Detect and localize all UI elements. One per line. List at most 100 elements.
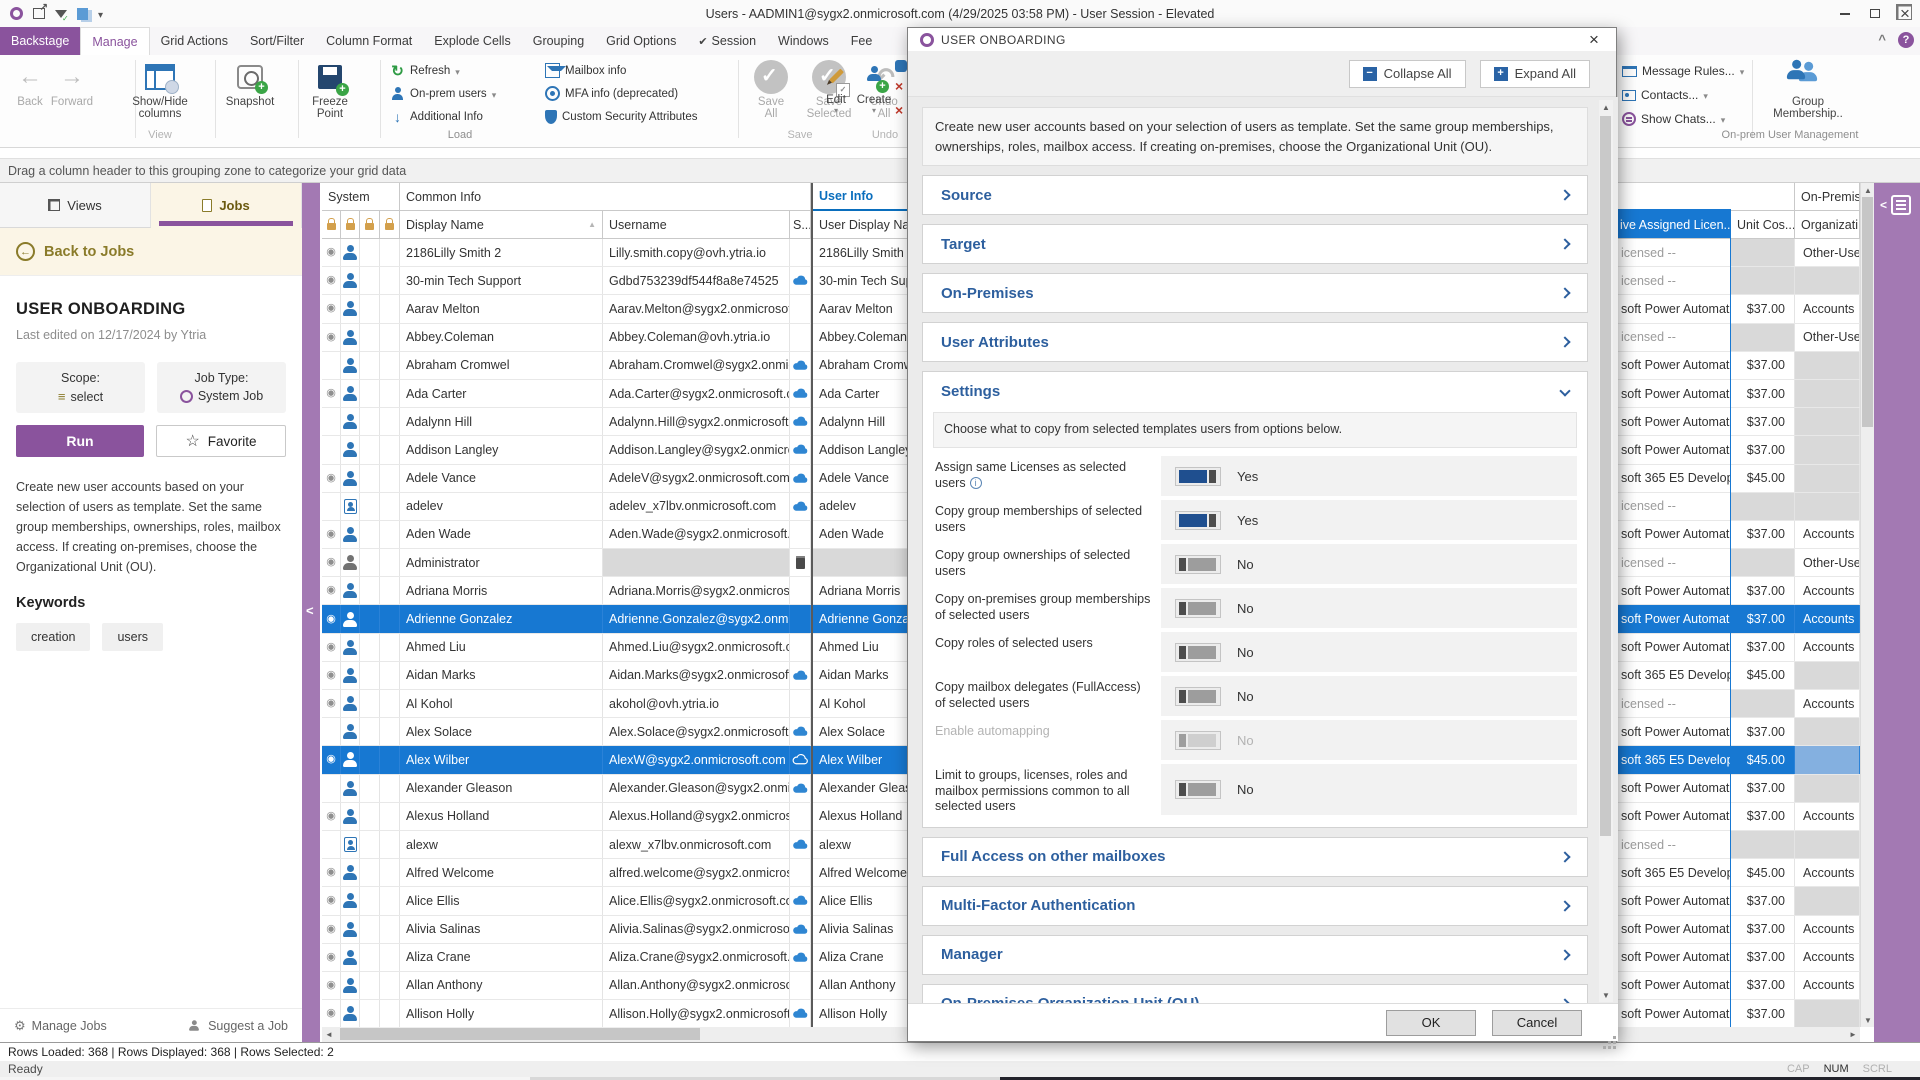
unit-cost-cell[interactable]: $37.00: [1731, 887, 1795, 914]
username-cell[interactable]: alfred.welcome@sygx2.onmicrosoft.com: [603, 859, 790, 886]
display-name-cell[interactable]: Aidan Marks: [400, 662, 603, 689]
unit-cost-cell[interactable]: $37.00: [1731, 521, 1795, 548]
username-cell[interactable]: Allan.Anthony@sygx2.onmicrosoft.com: [603, 972, 790, 999]
dialog-section[interactable]: Multi-Factor Authentication: [922, 886, 1588, 926]
username-cell[interactable]: Alice.Ellis@sygx2.onmicrosoft.com: [603, 887, 790, 914]
sidebar-splitter[interactable]: [302, 183, 320, 1042]
organization-cell[interactable]: [1795, 1000, 1860, 1027]
assigned-license-cell[interactable]: soft 365 E5 Develop: [1617, 662, 1731, 689]
horizontal-scrollbar-left[interactable]: [322, 1027, 907, 1042]
column-header-organization[interactable]: Organizati: [1795, 211, 1860, 239]
unit-cost-cell[interactable]: [1731, 324, 1795, 351]
organization-cell[interactable]: Accounts: [1795, 972, 1860, 999]
assigned-license-cell[interactable]: icensed --: [1617, 493, 1731, 520]
username-cell[interactable]: AlexW@sygx2.onmicrosoft.com: [603, 746, 790, 773]
scroll-right-icon[interactable]: [1846, 1027, 1860, 1041]
collapse-sidebar-icon[interactable]: [306, 603, 314, 618]
forward-button[interactable]: Forward: [44, 58, 100, 108]
username-cell[interactable]: Aliza.Crane@sygx2.onmicrosoft.com: [603, 944, 790, 971]
dialog-section[interactable]: Full Access on other mailboxes: [922, 837, 1588, 877]
unit-cost-cell[interactable]: $37.00: [1731, 352, 1795, 379]
display-name-cell[interactable]: Administrator: [400, 549, 603, 576]
scroll-up-icon[interactable]: [1861, 183, 1875, 197]
display-name-cell[interactable]: Alexander Gleason: [400, 775, 603, 802]
username-cell[interactable]: Allison.Holly@sygx2.onmicrosoft.com: [603, 1000, 790, 1027]
display-name-cell[interactable]: Alfred Welcome: [400, 859, 603, 886]
organization-cell[interactable]: [1795, 662, 1860, 689]
run-button[interactable]: Run: [16, 425, 144, 457]
display-name-cell[interactable]: 30-min Tech Support: [400, 267, 603, 294]
assigned-license-cell[interactable]: soft 365 E5 Develop: [1617, 746, 1731, 773]
username-cell[interactable]: Alexus.Holland@sygx2.onmicrosoft.com: [603, 803, 790, 830]
unit-cost-cell[interactable]: [1731, 690, 1795, 717]
expand-right-panel-button[interactable]: [1880, 195, 1911, 215]
clear-grouping-icon[interactable]: [1896, 4, 1912, 20]
display-name-cell[interactable]: adelev: [400, 493, 603, 520]
vertical-scrollbar[interactable]: [1860, 183, 1874, 1027]
organization-cell[interactable]: [1795, 408, 1860, 435]
lock-column-header[interactable]: [380, 211, 400, 239]
group-header-onpremises[interactable]: On-Premis: [1795, 183, 1860, 211]
username-cell[interactable]: [603, 549, 790, 576]
settings-section-header[interactable]: Settings: [923, 372, 1587, 410]
assigned-license-cell[interactable]: soft Power Automat: [1617, 944, 1731, 971]
display-name-cell[interactable]: Alice Ellis: [400, 887, 603, 914]
assigned-license-cell[interactable]: icensed --: [1617, 831, 1731, 858]
assigned-license-cell[interactable]: soft Power Automat: [1617, 916, 1731, 943]
toggle-switch[interactable]: [1175, 780, 1221, 799]
assigned-license-cell[interactable]: soft Power Automat: [1617, 352, 1731, 379]
organization-cell[interactable]: Other-Use: [1795, 549, 1860, 576]
organization-cell[interactable]: Accounts: [1795, 859, 1860, 886]
dialog-section[interactable]: Manager: [922, 935, 1588, 975]
organization-cell[interactable]: Other-Use: [1795, 239, 1860, 266]
organization-cell[interactable]: Accounts: [1795, 916, 1860, 943]
username-cell[interactable]: Adriana.Morris@sygx2.onmicrosoft.com: [603, 577, 790, 604]
display-name-cell[interactable]: Aden Wade: [400, 521, 603, 548]
username-cell[interactable]: Addison.Langley@sygx2.onmicrosoft.com: [603, 436, 790, 463]
display-name-cell[interactable]: Alex Wilber: [400, 746, 603, 773]
username-cell[interactable]: adelev_x7lbv.onmicrosoft.com: [603, 493, 790, 520]
assigned-license-cell[interactable]: icensed --: [1617, 324, 1731, 351]
assigned-license-cell[interactable]: icensed --: [1617, 549, 1731, 576]
ribbon-tab[interactable]: Fee: [840, 27, 884, 55]
username-cell[interactable]: Alex.Solace@sygx2.onmicrosoft.com: [603, 718, 790, 745]
maximize-button[interactable]: [1860, 0, 1890, 27]
dialog-scrollbar[interactable]: [1599, 100, 1613, 1002]
unit-cost-cell[interactable]: $37.00: [1731, 408, 1795, 435]
suggest-job-link[interactable]: Suggest a Job: [186, 1018, 288, 1033]
info-icon[interactable]: [970, 477, 982, 489]
username-cell[interactable]: Aidan.Marks@sygx2.onmicrosoft.com: [603, 662, 790, 689]
collapse-all-button[interactable]: Collapse All: [1349, 60, 1466, 88]
username-cell[interactable]: Adrienne.Gonzalez@sygx2.onmicrosoft.com: [603, 605, 790, 632]
resize-grip[interactable]: [1613, 1036, 1616, 1039]
organization-cell[interactable]: Accounts: [1795, 690, 1860, 717]
display-name-cell[interactable]: Adalynn Hill: [400, 408, 603, 435]
unit-cost-cell[interactable]: [1731, 239, 1795, 266]
scroll-down-icon[interactable]: [1599, 988, 1613, 1002]
unit-cost-cell[interactable]: [1731, 831, 1795, 858]
organization-cell[interactable]: [1795, 436, 1860, 463]
unit-cost-cell[interactable]: [1731, 493, 1795, 520]
snapshot-button[interactable]: Snapshot: [213, 58, 287, 108]
unit-cost-cell[interactable]: $37.00: [1731, 718, 1795, 745]
display-name-cell[interactable]: Alivia Salinas: [400, 916, 603, 943]
group-header-system[interactable]: System: [322, 183, 400, 211]
organization-cell[interactable]: [1795, 267, 1860, 294]
dialog-section[interactable]: Target: [922, 224, 1588, 264]
display-name-cell[interactable]: Aarav Melton: [400, 295, 603, 322]
column-header-unit-cost[interactable]: Unit Cos...: [1731, 211, 1795, 239]
username-cell[interactable]: Adalynn.Hill@sygx2.onmicrosoft.com: [603, 408, 790, 435]
create-button[interactable]: Create ▾: [852, 58, 896, 115]
toggle-switch[interactable]: [1175, 467, 1221, 486]
column-header-username[interactable]: Username: [603, 211, 790, 239]
display-name-cell[interactable]: Ahmed Liu: [400, 634, 603, 661]
toggle-switch[interactable]: [1175, 555, 1221, 574]
assigned-license-cell[interactable]: soft Power Automat: [1617, 577, 1731, 604]
organization-cell[interactable]: Accounts: [1795, 605, 1860, 632]
back-to-jobs-button[interactable]: Back to Jobs: [0, 228, 302, 276]
lock-column-header[interactable]: [360, 211, 380, 239]
assigned-license-cell[interactable]: soft Power Automat: [1617, 775, 1731, 802]
ribbon-tab[interactable]: Grid Actions: [150, 27, 239, 55]
display-name-cell[interactable]: Aliza Crane: [400, 944, 603, 971]
unit-cost-cell[interactable]: $37.00: [1731, 634, 1795, 661]
